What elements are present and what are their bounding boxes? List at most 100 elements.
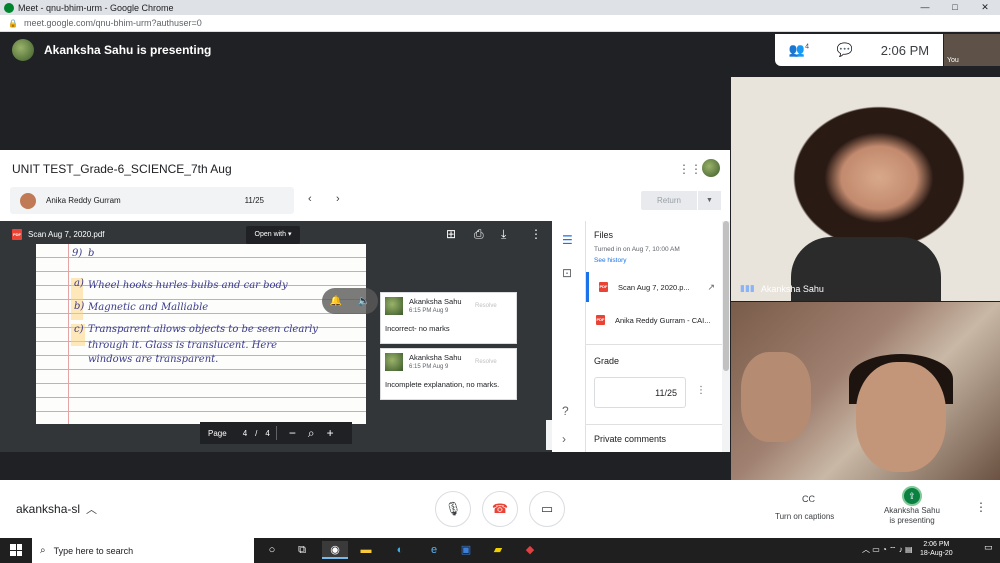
page-label: Page — [208, 428, 227, 438]
address-bar[interactable]: 🔒 meet.google.com/qnu-bhim-urm?authuser=… — [0, 15, 1000, 32]
help-icon[interactable]: ? — [562, 404, 569, 418]
edge-icon[interactable]: ◐ — [390, 541, 410, 559]
resolve-button[interactable]: Resolve — [475, 359, 497, 365]
hangup-button[interactable]: ☎ — [482, 491, 518, 527]
files-heading: Files — [594, 230, 614, 240]
open-external-icon[interactable]: ↗ — [707, 282, 715, 293]
captions-button[interactable]: Turn on captions — [775, 512, 834, 521]
meet-favicon-icon — [4, 2, 14, 13]
browser-title-bar: Meet - qnu-bhim-urm - Google Chrome — □ … — [0, 0, 1000, 15]
student-avatar — [20, 192, 36, 209]
presenting-label: Akanksha Sahu is presenting — [44, 43, 212, 57]
notification-bell-icon[interactable]: 🔔 — [330, 296, 342, 307]
download-icon[interactable]: ⤓ — [501, 227, 506, 242]
zoom-in-icon[interactable]: + — [327, 426, 334, 440]
url-text[interactable]: meet.google.com/qnu-bhim-urm?authuser=0 — [24, 18, 202, 28]
sticky-notes-icon[interactable]: ▰ — [488, 541, 508, 559]
comment-body: Incorrect- no marks — [385, 324, 450, 333]
pdf-file-icon: PDF — [596, 315, 605, 325]
taskbar-clock[interactable]: 2:06 PM 18-Aug-20 — [920, 540, 953, 558]
present-button[interactable]: Akanksha Sahu is presenting — [882, 506, 942, 526]
maximize-button[interactable]: □ — [940, 0, 970, 15]
files-panel — [586, 221, 730, 452]
outlook-icon[interactable]: ▣ — [456, 541, 476, 559]
grade-more-icon[interactable]: ⋮ — [696, 385, 706, 396]
return-button[interactable]: Return — [641, 191, 697, 210]
open-with-label: Open with — [254, 231, 287, 238]
window-controls: — □ ✕ — [910, 0, 1000, 15]
people-icon[interactable]: 👥4 — [789, 42, 809, 58]
more-options-icon[interactable]: ⋮ — [530, 227, 542, 241]
search-icon: ⌕ — [40, 545, 46, 556]
camera-button[interactable]: ▭ — [529, 491, 565, 527]
taskbar-date: 18-Aug-20 — [920, 550, 953, 557]
chrome-taskbar-icon[interactable]: ◉ — [322, 541, 348, 559]
panel-scrollbar[interactable] — [722, 221, 730, 452]
files-tab-icon[interactable]: ☰ — [562, 233, 573, 247]
more-options-icon[interactable]: ⋮ — [975, 500, 987, 514]
mic-button[interactable]: 🎙 — [435, 491, 471, 527]
zoom-out-icon[interactable]: − — [289, 426, 296, 440]
chat-icon[interactable]: 💬 — [837, 42, 853, 58]
see-history-link[interactable]: See history — [594, 257, 627, 264]
windows-start-icon[interactable] — [10, 544, 22, 556]
cortana-icon[interactable]: ○ — [262, 541, 282, 559]
close-window-button[interactable]: ✕ — [970, 0, 1000, 15]
account-avatar[interactable] — [702, 159, 720, 177]
lock-icon: 🔒 — [8, 18, 18, 28]
pdf-filename-text: Scan Aug 7, 2020.pdf — [28, 230, 105, 239]
system-tray-icons[interactable]: ︿ ▭ ◔ ⌔ ♪ ▤ — [862, 544, 913, 555]
meeting-details[interactable]: akanksha-sl — [16, 502, 80, 516]
file-name: Anika Reddy Gurram - CAI... — [615, 315, 711, 325]
app-icon[interactable]: ◆ — [520, 541, 540, 559]
comment-card[interactable]: Akanksha Sahu 6:15 PM Aug 9 Resolve Inco… — [380, 348, 517, 400]
hw-a-label: a) — [74, 278, 84, 289]
add-comment-icon[interactable]: ⊞ — [446, 227, 456, 241]
comments-tab-icon[interactable]: ⊡ — [562, 266, 572, 280]
search-placeholder: Type here to search — [53, 545, 134, 556]
minimize-button[interactable]: — — [910, 0, 940, 15]
task-view-icon[interactable]: ⧉ — [292, 541, 312, 559]
file-explorer-icon[interactable]: ▬ — [356, 541, 376, 559]
open-with-button[interactable]: Open with ▾ — [246, 226, 300, 244]
next-student-button[interactable]: › — [336, 193, 340, 205]
comment-body: Incomplete explanation, no marks. — [385, 380, 500, 389]
hw-c-label: c) — [74, 324, 84, 335]
collapse-panel-icon[interactable]: › — [562, 432, 566, 446]
camera-icon: ▭ — [540, 501, 554, 516]
present-icon[interactable]: ⇪ — [902, 486, 922, 506]
taskbar-search[interactable]: ⌕ Type here to search — [32, 538, 254, 563]
comment-card[interactable]: Akanksha Sahu 6:15 PM Aug 9 Resolve Inco… — [380, 292, 517, 344]
page-current[interactable]: 4 — [243, 429, 247, 438]
comment-author: Akanksha Sahu — [409, 297, 462, 306]
hw-c-text-1: Transparent allows objects to be seen cl… — [88, 324, 318, 335]
resolve-button[interactable]: Resolve — [475, 303, 497, 309]
print-icon[interactable]: ⎙ — [474, 227, 484, 242]
participant-tile-akanksha[interactable] — [731, 77, 1000, 301]
notifications-icon[interactable]: ▭ — [984, 542, 993, 553]
ie-icon[interactable]: e — [424, 541, 444, 559]
activate-windows-watermark: Activate Windows — [808, 484, 903, 498]
speaker-icon[interactable]: 🔈 — [358, 296, 370, 307]
pdf-filename: PDF Scan Aug 7, 2020.pdf — [12, 229, 105, 240]
self-view-tile[interactable]: You — [944, 34, 1000, 66]
file-item[interactable]: PDF Scan Aug 7, 2020.p... ↗ — [586, 272, 723, 302]
hw-a-text: Wheel hooks hurles bulbs and car body — [88, 280, 288, 291]
mute-notification-pill[interactable]: 🔔 🔈 — [322, 288, 378, 314]
chevron-up-icon[interactable]: ︿ — [86, 501, 97, 517]
hangup-icon: ☎ — [491, 501, 509, 516]
student-selector[interactable]: Anika Reddy Gurram 11/25 — [10, 187, 294, 214]
hw-question-number: 9) — [72, 248, 83, 259]
participant-name: ▮▮▮ Akanksha Sahu — [740, 283, 824, 294]
grade-input[interactable]: 11/25 — [594, 377, 686, 408]
previous-student-button[interactable]: ‹ — [308, 193, 312, 205]
hw-c-text-3: windows are transparent. — [88, 354, 219, 365]
hw-b-label: b) — [74, 301, 85, 312]
page-total: 4 — [265, 428, 270, 438]
hw-part-label: b — [88, 248, 95, 259]
return-dropdown-icon[interactable]: ▼ — [698, 191, 721, 210]
file-item[interactable]: PDF Anika Reddy Gurram - CAI... — [586, 305, 723, 335]
zoom-icon[interactable]: ⌕ — [308, 426, 315, 441]
participant-tile-students[interactable] — [731, 302, 1000, 480]
side-rail — [552, 221, 586, 452]
